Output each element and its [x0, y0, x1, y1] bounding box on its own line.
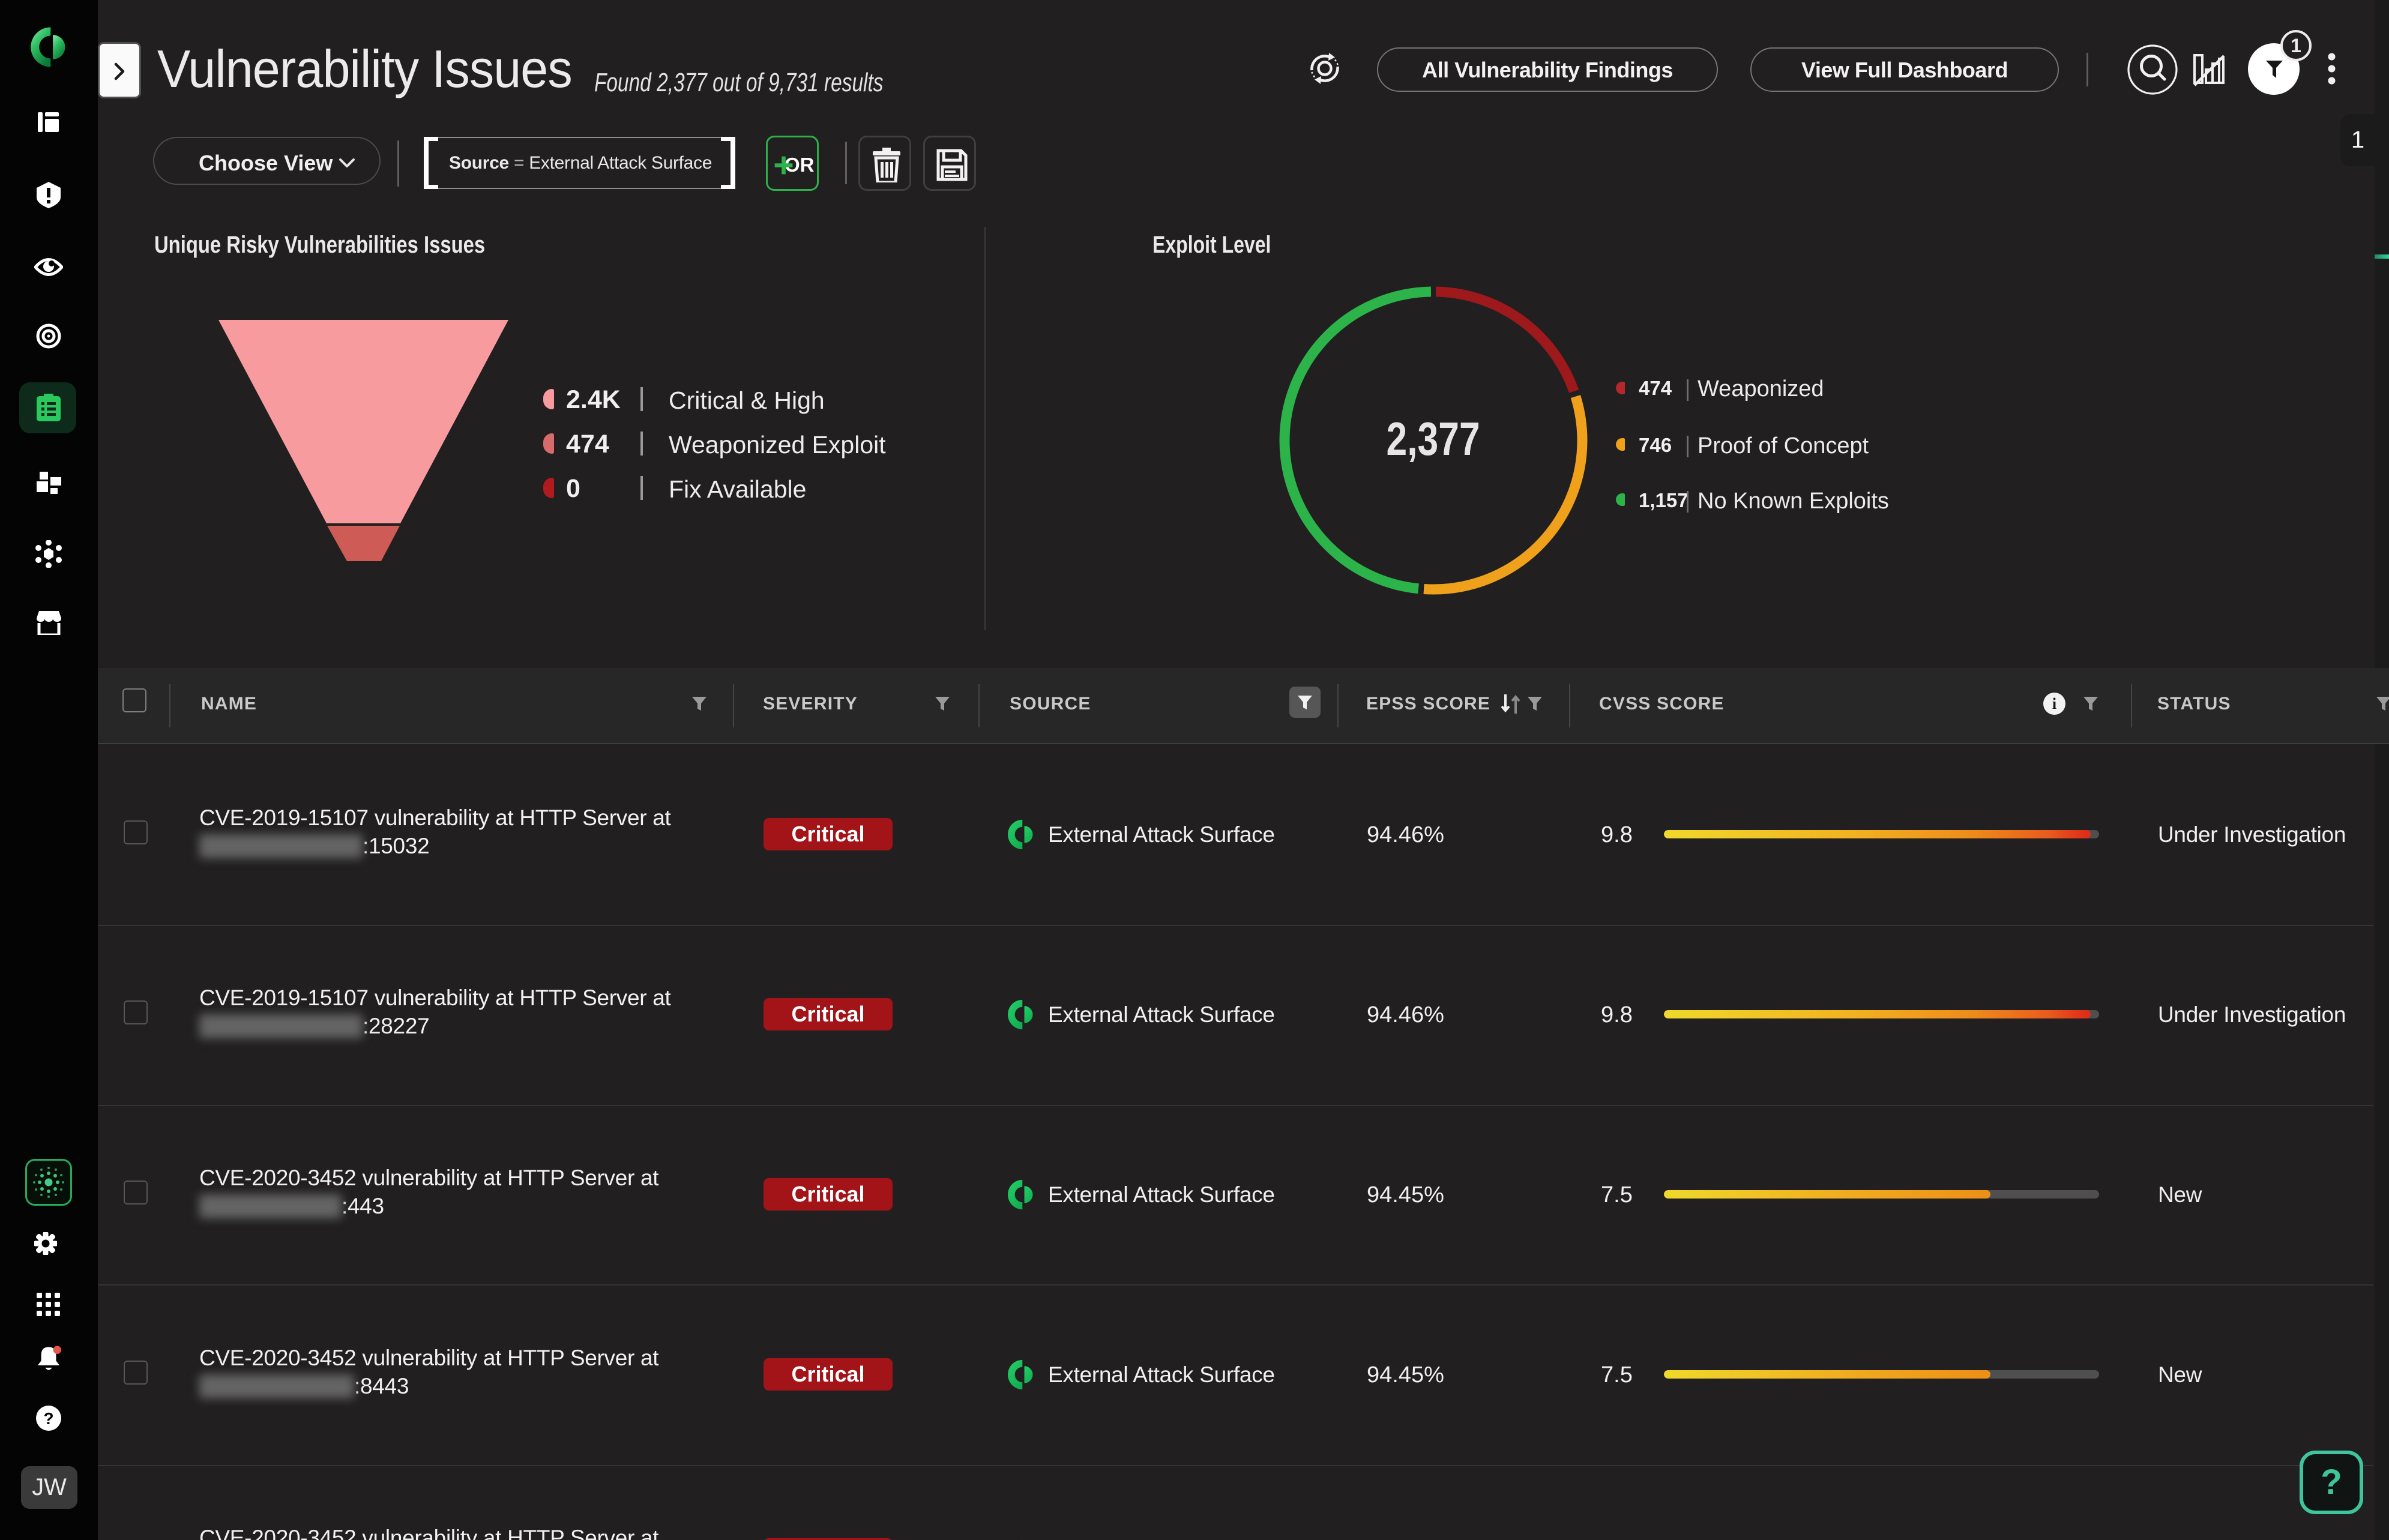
svg-text:?: ?	[43, 1409, 53, 1428]
